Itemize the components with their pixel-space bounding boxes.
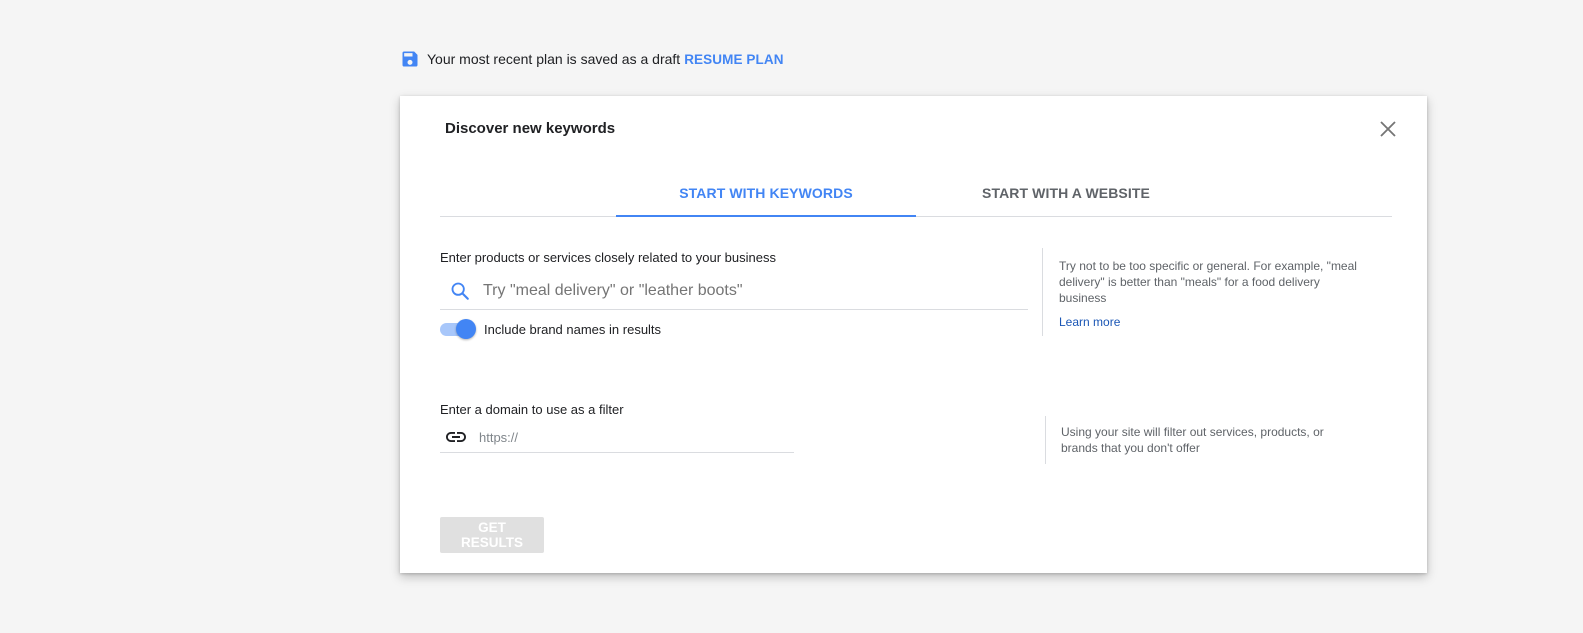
resume-plan-link[interactable]: RESUME PLAN	[684, 52, 783, 67]
keywords-field-label: Enter products or services closely relat…	[440, 250, 776, 265]
dialog-title: Discover new keywords	[445, 120, 616, 137]
keywords-help-panel: Try not to be too specific or general. F…	[1042, 248, 1379, 336]
domain-help-panel: Using your site will filter out services…	[1045, 416, 1371, 464]
search-icon	[449, 280, 471, 302]
tab-start-with-website[interactable]: START WITH A WEBSITE	[916, 170, 1216, 216]
keywords-help-text: Try not to be too specific or general. F…	[1059, 259, 1357, 305]
keywords-input[interactable]	[483, 282, 1003, 300]
close-button[interactable]	[1377, 118, 1399, 140]
domain-input-row	[440, 422, 794, 453]
draft-banner: Your most recent plan is saved as a draf…	[400, 48, 784, 70]
brand-names-toggle-label: Include brand names in results	[484, 321, 662, 337]
link-icon	[444, 425, 468, 449]
domain-help-text: Using your site will filter out services…	[1061, 425, 1324, 455]
domain-field-label: Enter a domain to use as a filter	[440, 402, 624, 417]
learn-more-link[interactable]: Learn more	[1059, 314, 1120, 330]
save-icon	[400, 49, 420, 69]
keywords-input-row	[440, 273, 1028, 310]
get-results-button[interactable]: GET RESULTS	[440, 517, 544, 553]
brand-names-toggle-row: Include brand names in results	[440, 318, 661, 340]
tab-start-with-keywords[interactable]: START WITH KEYWORDS	[616, 170, 916, 217]
brand-names-toggle[interactable]	[440, 318, 476, 340]
discover-keywords-dialog: Discover new keywords START WITH KEYWORD…	[400, 96, 1427, 573]
toggle-thumb	[456, 319, 476, 339]
draft-message: Your most recent plan is saved as a draf…	[427, 51, 681, 67]
tab-bar: START WITH KEYWORDS START WITH A WEBSITE	[440, 170, 1392, 217]
domain-input[interactable]	[479, 429, 779, 445]
page: Your most recent plan is saved as a draf…	[0, 0, 1583, 633]
close-icon	[1379, 120, 1397, 138]
